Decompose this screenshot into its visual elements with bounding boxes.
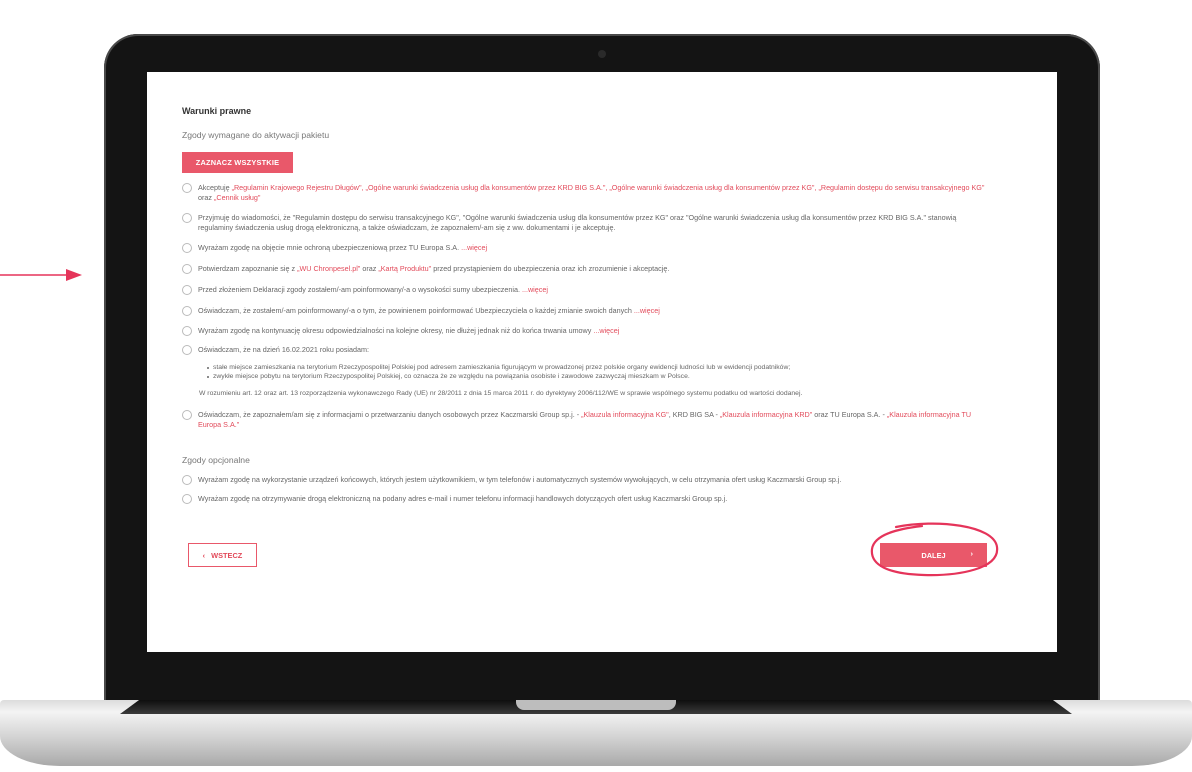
consent-text: Oświadczam, że zostałem/-am poinformowan… xyxy=(198,306,660,315)
kg-clause-link[interactable]: „Klauzula informacyjna KG" xyxy=(581,410,669,419)
consent-row[interactable]: Oświadczam, że zapoznałem/am się z infor… xyxy=(182,410,992,429)
screen: Warunki prawne Zgody wymagane do aktywac… xyxy=(147,72,1057,652)
arrow-right-icon xyxy=(0,269,82,281)
next-label: DALEJ xyxy=(921,550,946,560)
consent-row[interactable]: Przed złożeniem Deklaracji zgody zostałe… xyxy=(182,285,992,295)
consent-row[interactable]: Przyjmuję do wiadomości, że "Regulamin d… xyxy=(182,213,992,232)
radio-empty-icon[interactable] xyxy=(182,326,192,336)
consent-text: Wyrażam zgodę na otrzymywanie drogą elek… xyxy=(198,494,728,503)
page-title: Warunki prawne xyxy=(182,106,252,116)
price-list-link[interactable]: „Cennik usług" xyxy=(214,193,261,202)
radio-empty-icon[interactable] xyxy=(182,475,192,485)
select-all-button[interactable]: ZAZNACZ WSZYSTKIE xyxy=(182,152,293,173)
radio-empty-icon[interactable] xyxy=(182,285,192,295)
radio-empty-icon[interactable] xyxy=(182,213,192,223)
consent-text: Wyrażam zgodę na wykorzystanie urządzeń … xyxy=(198,475,842,484)
radio-empty-icon[interactable] xyxy=(182,494,192,504)
regulations-link[interactable]: „Regulamin Krajowego Rejestru Długów", „… xyxy=(232,183,985,192)
consent-row[interactable]: Oświadczam, że zostałem/-am poinformowan… xyxy=(182,306,992,316)
more-link[interactable]: ...więcej xyxy=(461,243,487,252)
consent-text: Oświadczam, że na dzień 16.02.2021 roku … xyxy=(198,345,370,354)
next-button[interactable]: DALEJ › xyxy=(880,543,987,567)
radio-empty-icon[interactable] xyxy=(182,183,192,193)
back-label: WSTECZ xyxy=(211,550,243,560)
consent-row[interactable]: Potwierdzam zapoznanie się z „WU Chronpe… xyxy=(182,264,992,274)
consent-text: Przed złożeniem Deklaracji zgody zostałe… xyxy=(198,285,548,294)
radio-empty-icon[interactable] xyxy=(182,306,192,316)
product-card-link[interactable]: „Kartą Produktu" xyxy=(378,264,431,273)
optional-consent-row[interactable]: Wyrażam zgodę na otrzymywanie drogą elek… xyxy=(182,494,992,504)
terms-link[interactable]: „WU Chronpesel.pl" xyxy=(297,264,360,273)
chevron-right-icon: › xyxy=(970,549,973,558)
residence-list: stałe miejsce zamieszkania na terytorium… xyxy=(207,363,790,382)
consent-row[interactable]: Akceptuję „Regulamin Krajowego Rejestru … xyxy=(182,183,992,202)
list-item: zwykłe miejsce pobytu na terytorium Rzec… xyxy=(207,372,790,381)
more-link[interactable]: ...więcej xyxy=(522,285,548,294)
laptop-notch xyxy=(516,700,676,710)
radio-empty-icon[interactable] xyxy=(182,264,192,274)
consent-text: Przyjmuję do wiadomości, że "Regulamin d… xyxy=(198,213,957,232)
consent-text: Wyrażam zgodę na kontynuację okresu odpo… xyxy=(198,326,620,335)
consent-row[interactable]: Oświadczam, że na dzień 16.02.2021 roku … xyxy=(182,345,992,355)
consent-text: Potwierdzam zapoznanie się z „WU Chronpe… xyxy=(198,264,670,273)
optional-consent-row[interactable]: Wyrażam zgodę na wykorzystanie urządzeń … xyxy=(182,475,992,485)
consent-row[interactable]: Wyrażam zgodę na objęcie mnie ochroną ub… xyxy=(182,243,992,253)
consent-text: Akceptuję „Regulamin Krajowego Rejestru … xyxy=(198,183,985,202)
more-link[interactable]: ...więcej xyxy=(593,326,619,335)
more-link[interactable]: ...więcej xyxy=(634,306,660,315)
consent-text: Oświadczam, że zapoznałem/am się z infor… xyxy=(198,410,972,429)
chevron-left-icon: ‹ xyxy=(202,550,206,560)
legal-note: W rozumieniu art. 12 oraz art. 13 rozpor… xyxy=(199,390,803,397)
optional-heading: Zgody opcjonalne xyxy=(182,455,250,465)
required-heading: Zgody wymagane do aktywacji pakietu xyxy=(182,130,330,140)
camera-icon xyxy=(598,50,606,58)
back-button[interactable]: ‹ WSTECZ xyxy=(188,543,257,567)
radio-empty-icon[interactable] xyxy=(182,345,192,355)
radio-empty-icon[interactable] xyxy=(182,410,192,420)
consent-row[interactable]: Wyrażam zgodę na kontynuację okresu odpo… xyxy=(182,326,992,336)
krd-clause-link[interactable]: „Klauzula informacyjna KRD" xyxy=(720,410,812,419)
consent-text: Wyrażam zgodę na objęcie mnie ochroną ub… xyxy=(198,243,488,252)
list-item: stałe miejsce zamieszkania na terytorium… xyxy=(207,363,790,372)
radio-empty-icon[interactable] xyxy=(182,243,192,253)
